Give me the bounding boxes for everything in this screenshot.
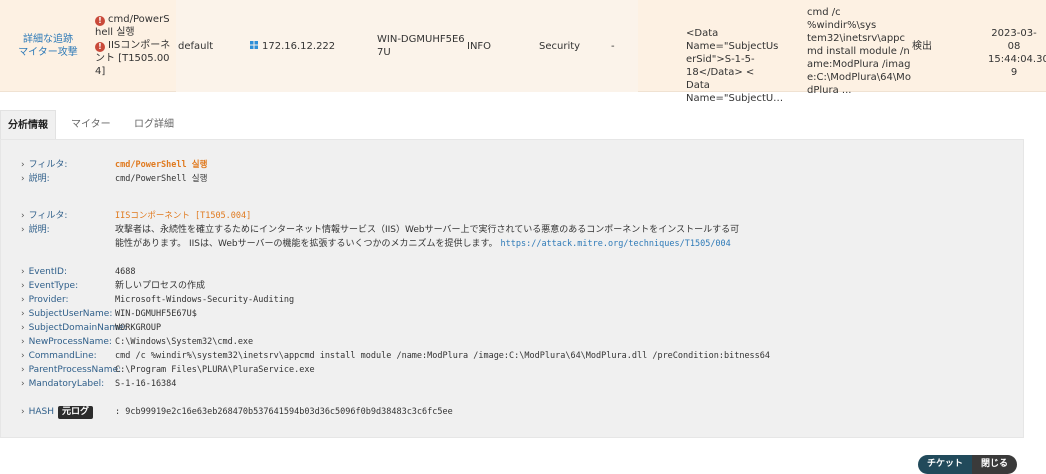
rule-text: hell 실행 [95,27,135,38]
desc-value: cmd/PowerShell 실행 [115,174,208,184]
field-value: S-1-16-16384 [115,379,177,389]
date-cell: 2023-03-08 15:44:04.30 9 [988,27,1046,79]
filter-value: cmd/PowerShell 실행 [115,160,208,170]
raw-log-cell: <Data Name="SubjectUs erSid">S-1-5-18</D… [686,27,804,105]
desc-label: › 説明: [21,225,50,235]
cmd-line: md install module /n [807,46,910,57]
detail-tabs: 分析情報 マイター ログ詳細 [0,110,1046,139]
status: 検出 [912,41,932,52]
field-value: WORKGROUP [115,323,162,333]
cmd-line: cmd /c %windir%\sys [807,7,877,31]
analysis-panel: › フィルタ: cmd/PowerShell 실행 › 説明: cmd/PowerS… [0,139,1024,438]
rule-list: ! cmd/PowerS hell 실행 ! IISコンポーネ ント [T1505.… [95,13,175,78]
tab-analysis[interactable]: 分析情報 [0,110,56,139]
hash-label: › HASH 元ログ [21,406,94,419]
field-value: 4688 [115,267,136,277]
alert-icon: ! [95,16,105,26]
cmd-line: e:C:\ModPlura\64\Mo [807,72,911,83]
hash-value: : 9cb99919e2c16e63eb268470b537641594b03d… [115,407,453,417]
rule-text: cmd/PowerS [108,14,170,25]
raw-line: <Data Name="SubjectUs [686,28,779,52]
ticket-button[interactable]: チケット [918,455,973,474]
field-value: C:\Windows\System32\cmd.exe [115,337,254,347]
raw-log-badge[interactable]: 元ログ [58,406,94,419]
cmd-line: ame:ModPlura /imag [807,59,911,70]
field-value: WIN-DGMUHF5E67U$ [115,309,197,319]
desc-label: › 説明: [21,174,50,184]
desc-value: 攻撃者は、永続性を確立するためにインターネット情報サービス（IIS）Webサーバ… [115,225,740,235]
cmd-line: tem32\inetsrv\appc [807,33,906,44]
action-buttons: チケット 閉じる [918,455,1018,474]
field-label: › SubjectUserName: [21,309,113,319]
filter-label: › フィルタ: [21,160,68,170]
field-label: › Provider: [21,295,69,305]
close-button[interactable]: 閉じる [972,455,1018,474]
rule-item: ! IISコンポーネ [95,39,175,52]
filter-value: IISコンポーネント [T1505.004] [115,211,252,221]
event-title-link[interactable]: 詳細な追跡 マイター攻撃 [18,33,78,59]
group-name: default [178,41,214,52]
event-title-line2[interactable]: マイター攻撃 [18,46,78,59]
mitre-link[interactable]: https://attack.mitre.org/techniques/T150… [501,239,731,249]
field-label: › ParentProcessName: [21,365,122,375]
event-row[interactable]: 詳細な追跡 マイター攻撃 ! cmd/PowerS hell 실행 ! IISコンポ… [0,0,1046,104]
rule-item: ! cmd/PowerS [95,13,175,26]
event-title-line1[interactable]: 詳細な追跡 [18,33,78,46]
cmd-cell: cmd /c %windir%\sys tem32\inetsrv\appc m… [807,6,913,97]
field-label: › MandatoryLabel: [21,379,105,389]
host-line2: 7U [377,47,391,58]
field-label: › SubjectDomainName: [21,323,127,333]
ip-cell: 172.16.12.222 [250,40,335,53]
windows-icon [250,41,258,49]
cmd-line: dPlura ... [807,85,852,96]
rule-text: IISコンポーネ [108,40,171,51]
raw-line: erSid">S-1-5-18</Data> < [686,54,755,78]
host-cell: WIN-DGMUHF5E6 7U [377,33,465,59]
alert-icon: ! [95,42,105,52]
desc-value-cont: 能性があります。 IISは、Webサーバーの機能を拡張するいくつかのメカニズムを… [115,239,731,249]
filter-label: › フィルタ: [21,211,68,221]
raw-line: Data Name="SubjectU… [686,80,784,104]
field-label: › NewProcessName: [21,337,112,347]
field-label: › CommandLine: [21,351,97,361]
date-line: 2023-03-08 [991,28,1037,52]
date-line: 9 [1010,67,1018,78]
date-line: 15:44:04.30 [988,54,1046,65]
tab-mitre[interactable]: マイター [71,110,111,139]
ip-address: 172.16.12.222 [262,41,336,52]
rule-text: 4] [95,66,106,77]
host-line1: WIN-DGMUHF5E6 [377,34,465,45]
field-label: › EventID: [21,267,68,277]
field-value: 新しいプロセスの作成 [115,281,206,291]
field-value: C:\Program Files\PLURA\PluraService.exe [115,365,315,375]
level: INFO [467,41,492,52]
rule-text: ント [T1505.00 [95,53,170,64]
field-label: › EventType: [21,281,79,291]
field-value: Microsoft-Windows-Security-Auditing [115,295,295,305]
field-value: cmd /c %windir%\system32\inetsrv\appcmd … [115,351,771,361]
tab-log-detail[interactable]: ログ詳細 [134,110,174,139]
dash: - [611,41,615,52]
category: Security [539,41,581,52]
